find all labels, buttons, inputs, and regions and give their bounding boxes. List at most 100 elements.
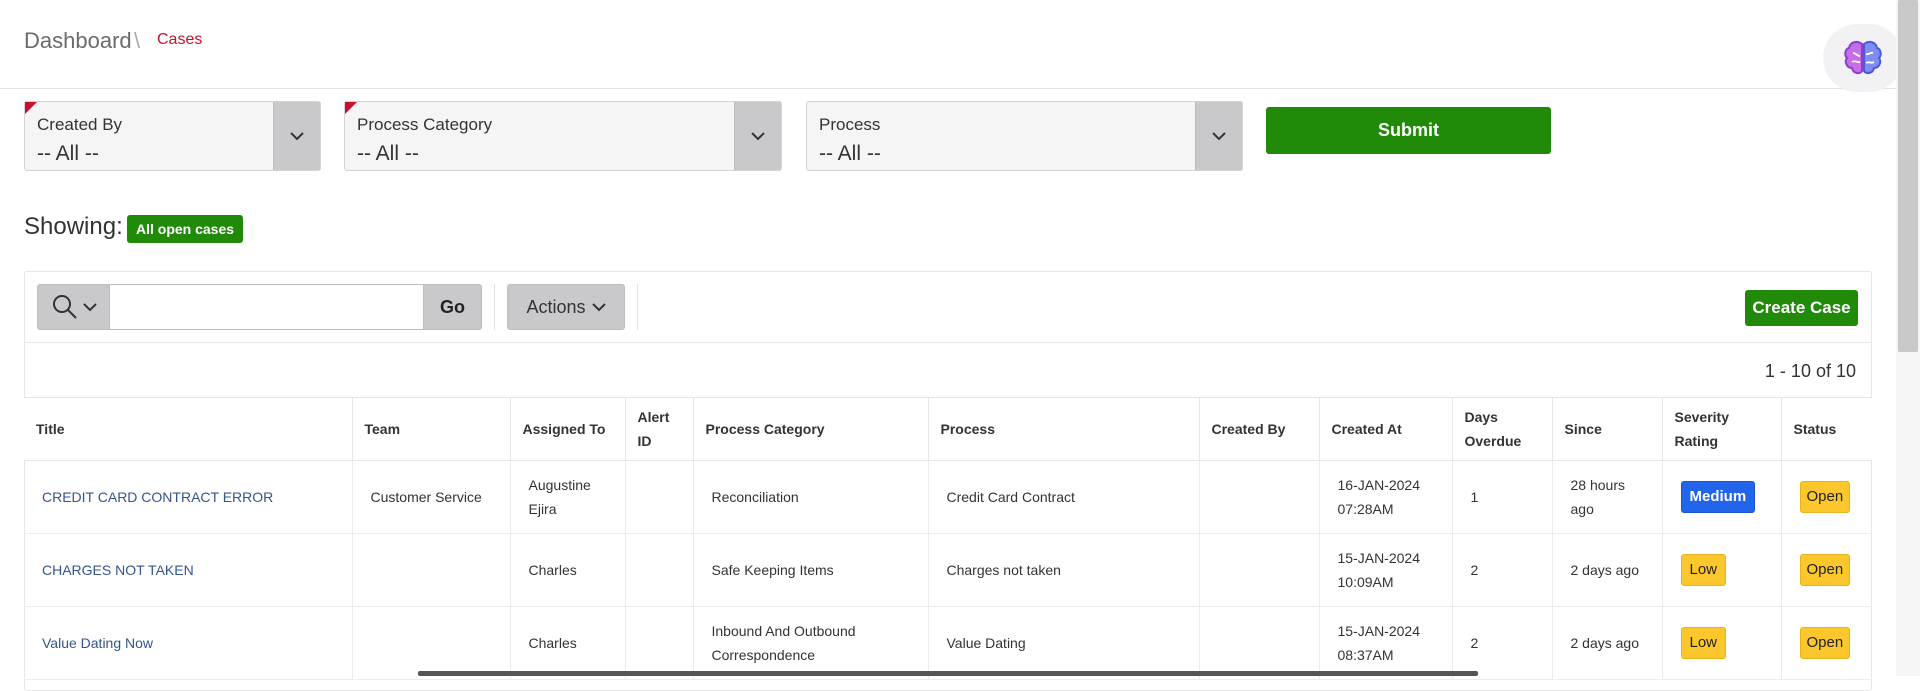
cell-team: Customer Service (352, 460, 511, 534)
chevron-down-icon (82, 302, 97, 311)
top-bar: Dashboard \ Cases (0, 0, 1920, 89)
column-header-title[interactable]: Title (24, 398, 353, 461)
severity-badge: Low (1680, 554, 1727, 586)
cell-title: CREDIT CARD CONTRACT ERROR (24, 460, 353, 534)
cell-process: Charges not taken (928, 533, 1200, 607)
cell-since: 28 hours ago (1552, 460, 1663, 534)
column-header-assigned-to[interactable]: Assigned To (510, 398, 626, 461)
process-category-select[interactable]: Process Category -- All -- (344, 101, 782, 171)
column-header-process[interactable]: Process (928, 398, 1200, 461)
process-value: -- All -- (819, 142, 881, 165)
process-label: Process (819, 115, 881, 134)
column-header-created-by[interactable]: Created By (1199, 398, 1320, 461)
actions-menu-button[interactable]: Actions (507, 284, 625, 330)
cell-alert-id (625, 606, 694, 680)
cell-process: Value Dating (928, 606, 1200, 680)
pagination-text: 1 - 10 of 10 (1764, 361, 1856, 381)
cell-days-overdue: 2 (1452, 533, 1553, 607)
cell-process-category: Inbound And Outbound Correspondence (693, 606, 929, 680)
cell-assigned-to: Charles (510, 533, 626, 607)
horizontal-scrollbar[interactable] (418, 671, 1478, 676)
required-indicator (345, 102, 357, 114)
showing-badge: All open cases (127, 215, 244, 243)
process-category-value: -- All -- (357, 142, 419, 165)
cell-status: Open (1781, 460, 1872, 534)
case-title-link[interactable]: CREDIT CARD CONTRACT ERROR (42, 489, 273, 505)
cell-created-by (1199, 533, 1320, 607)
column-header-severity-rating[interactable]: Severity Rating (1662, 398, 1782, 461)
created-by-select[interactable]: Created By -- All -- (24, 101, 321, 171)
severity-badge: Medium (1680, 481, 1756, 513)
case-title-link[interactable]: CHARGES NOT TAKEN (42, 562, 194, 578)
cell-days-overdue: 2 (1452, 606, 1553, 680)
cell-assigned-to: Augustine Ejira (510, 460, 626, 534)
cell-alert-id (625, 533, 694, 607)
cell-created-at: 16-JAN-2024 07:28AM (1319, 460, 1453, 534)
cell-created-by (1199, 606, 1320, 680)
cell-status: Open (1781, 533, 1872, 607)
column-header-alert-id[interactable]: Alert ID (625, 398, 694, 461)
column-header-team[interactable]: Team (352, 398, 511, 461)
created-by-value: -- All -- (37, 142, 99, 165)
brain-icon (1844, 40, 1882, 75)
cell-process: Credit Card Contract (928, 460, 1200, 534)
toolbar-divider (494, 284, 495, 330)
table-row: Value Dating Now Charles Inbound And Out… (24, 606, 1872, 680)
table-row: CHARGES NOT TAKEN Charles Safe Keeping I… (24, 533, 1872, 607)
go-button[interactable]: Go (423, 284, 482, 330)
cell-team (352, 533, 511, 607)
process-category-label: Process Category (357, 115, 493, 134)
cell-since: 2 days ago (1552, 533, 1663, 607)
created-by-dropdown-button[interactable] (273, 102, 320, 170)
cell-process-category: Safe Keeping Items (693, 533, 929, 607)
cell-created-by (1199, 460, 1320, 534)
cell-alert-id (625, 460, 694, 534)
process-category-dropdown-button[interactable] (734, 102, 781, 170)
cell-severity: Low (1662, 606, 1782, 680)
chevron-down-icon (1212, 132, 1226, 141)
cell-created-at: 15-JAN-2024 08:37AM (1319, 606, 1453, 680)
pagination-row (24, 343, 1872, 398)
column-header-since[interactable]: Since (1552, 398, 1663, 461)
cell-severity: Medium (1662, 460, 1782, 534)
create-case-button[interactable]: Create Case (1745, 290, 1858, 326)
cell-team (352, 606, 511, 680)
showing-label: Showing: (24, 213, 123, 240)
ai-assistant-button[interactable] (1823, 24, 1903, 92)
scrollbar-thumb[interactable] (1898, 0, 1918, 352)
cell-status: Open (1781, 606, 1872, 680)
chevron-down-icon (591, 302, 606, 311)
table-row: CREDIT CARD CONTRACT ERROR Customer Serv… (24, 460, 1872, 534)
process-select[interactable]: Process -- All -- (806, 101, 1243, 171)
status-badge: Open (1799, 481, 1851, 513)
breadcrumb-current: Cases (157, 31, 203, 48)
table-header-row: Title Team Assigned To Alert ID Process … (24, 398, 1872, 461)
required-indicator (25, 102, 37, 114)
column-header-process-category[interactable]: Process Category (693, 398, 929, 461)
toolbar-divider (637, 284, 638, 330)
cell-assigned-to: Charles (510, 606, 626, 680)
process-dropdown-button[interactable] (1195, 102, 1242, 170)
severity-badge: Low (1680, 627, 1727, 659)
submit-button[interactable]: Submit (1266, 107, 1551, 154)
column-header-created-at[interactable]: Created At (1319, 398, 1453, 461)
cases-table: Title Team Assigned To Alert ID Process … (24, 398, 1872, 680)
cell-title: Value Dating Now (24, 606, 353, 680)
cell-title: CHARGES NOT TAKEN (24, 533, 353, 607)
column-header-days-overdue[interactable]: Days Overdue (1452, 398, 1553, 461)
cell-severity: Low (1662, 533, 1782, 607)
breadcrumb-dashboard[interactable]: Dashboard (24, 28, 132, 54)
cell-created-at: 15-JAN-2024 10:09AM (1319, 533, 1453, 607)
chevron-down-icon (751, 132, 765, 141)
chevron-down-icon (290, 132, 304, 141)
cell-days-overdue: 1 (1452, 460, 1553, 534)
status-badge: Open (1799, 627, 1851, 659)
column-header-status[interactable]: Status (1781, 398, 1872, 461)
search-icon (52, 295, 77, 319)
actions-label: Actions (526, 296, 586, 317)
search-input[interactable] (110, 284, 424, 330)
status-badge: Open (1799, 554, 1851, 586)
cell-process-category: Reconciliation (693, 460, 929, 534)
search-column-menu[interactable] (37, 284, 110, 330)
case-title-link[interactable]: Value Dating Now (42, 635, 153, 651)
